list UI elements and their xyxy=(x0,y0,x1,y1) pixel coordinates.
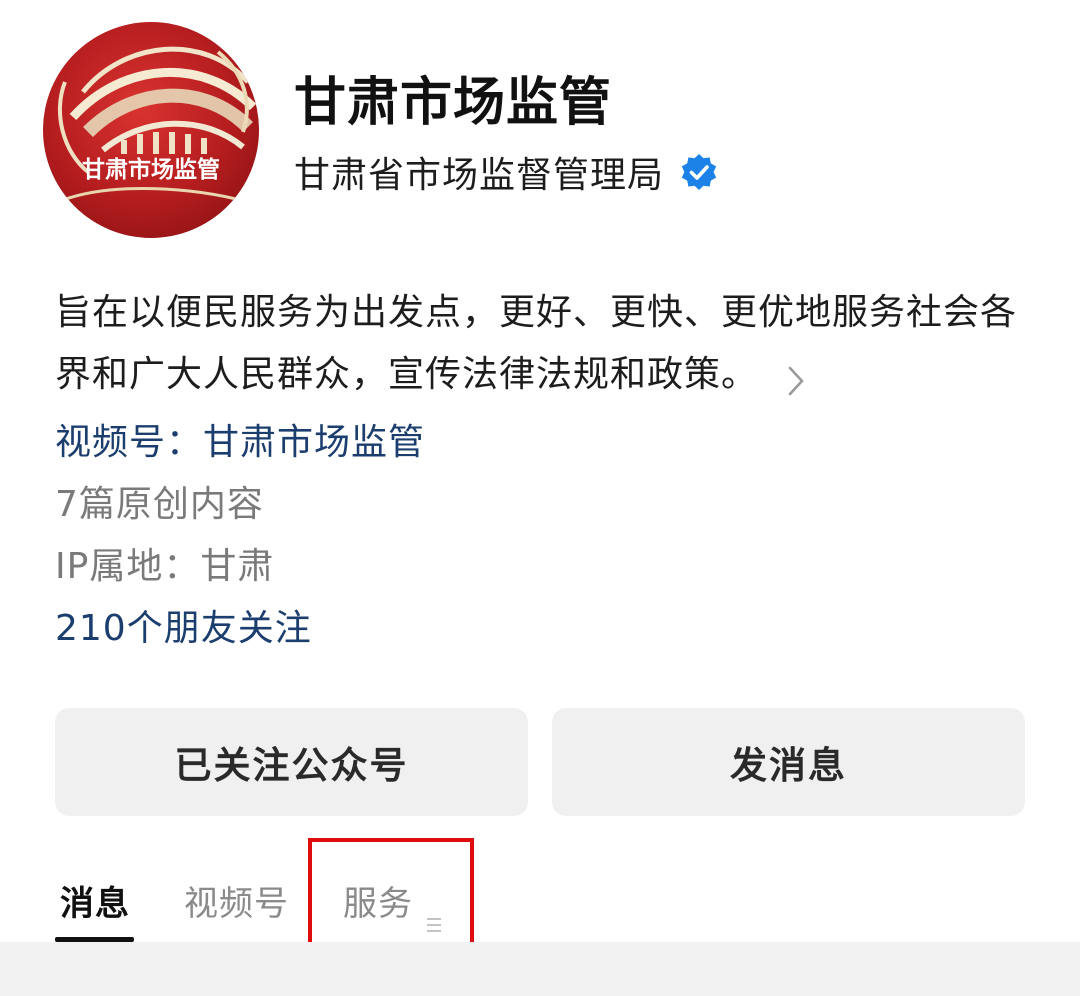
org-name: 甘肃省市场监督管理局 xyxy=(294,155,665,196)
description-line-2: 界和广大人民群众，宣传法律法规和政策。 xyxy=(55,344,1035,406)
channels-link[interactable]: 视频号：甘肃市场监管 xyxy=(55,412,425,474)
original-content-count: 7篇原创内容 xyxy=(55,484,264,525)
description-line-text: 界和广大人民群众，宣传法律法规和政策。 xyxy=(55,354,759,395)
ip-location: IP属地：甘肃 xyxy=(55,546,275,587)
description[interactable]: 旨在以便民服务为出发点，更好、更快、更优地服务社会各 界和广大人民群众，宣传法律… xyxy=(55,282,1035,406)
send-message-button[interactable]: 发消息 xyxy=(552,708,1025,816)
tab-channels[interactable]: 视频号 xyxy=(184,874,289,934)
org-row: 甘肃省市场监督管理局 xyxy=(294,146,718,198)
tab-messages[interactable]: 消息 xyxy=(60,874,130,934)
account-name: 甘肃市场监管 xyxy=(294,73,613,133)
logo-image: 甘肃市场监管 xyxy=(43,22,259,238)
chevron-right-icon[interactable] xyxy=(786,356,806,396)
followed-button[interactable]: 已关注公众号 xyxy=(55,708,528,816)
avatar[interactable]: 甘肃市场监管 xyxy=(43,22,259,238)
description-line: 旨在以便民服务为出发点，更好、更快、更优地服务社会各 xyxy=(55,292,1018,333)
content-area-divider xyxy=(0,942,1080,996)
avatar-logo-text: 甘肃市场监管 xyxy=(82,156,220,183)
friends-following-link[interactable]: 210个朋友关注 xyxy=(55,598,312,660)
verified-badge-icon xyxy=(680,153,718,191)
